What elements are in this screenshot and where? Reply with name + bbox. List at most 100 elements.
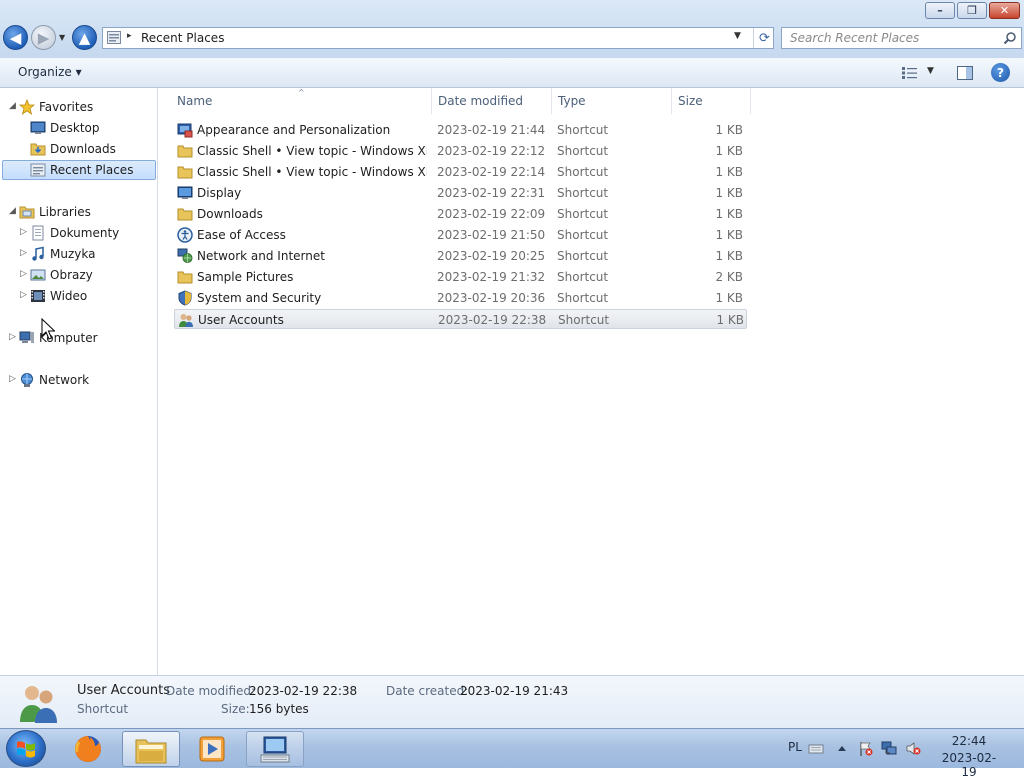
sidebar-item-desktop[interactable]: Desktop: [30, 118, 100, 138]
taskbar-firefox[interactable]: [60, 731, 118, 767]
column-divider[interactable]: [750, 88, 751, 114]
organize-button[interactable]: Organize ▾: [18, 65, 82, 79]
sidebar-item-dokumenty[interactable]: Dokumenty: [30, 223, 119, 243]
back-arrow-icon: ◀: [9, 28, 22, 47]
table-row[interactable]: System and Security 2023-02-19 20:36 Sho…: [174, 288, 747, 308]
libraries-expander-icon[interactable]: ◢: [9, 206, 16, 216]
sidebar-item-muzyka[interactable]: Muzyka: [30, 244, 95, 264]
details-pane: User Accounts Shortcut Date modified: 20…: [0, 675, 1024, 728]
file-name: Downloads: [197, 207, 263, 221]
sidebar-item-network[interactable]: Network: [19, 370, 89, 390]
recent-locations-dropdown[interactable]: ▼: [59, 33, 65, 42]
up-button[interactable]: ▲: [72, 25, 97, 50]
column-header-size[interactable]: Size: [678, 94, 703, 108]
table-row[interactable]: Appearance and Personalization 2023-02-1…: [174, 120, 747, 140]
search-icon[interactable]: [1003, 31, 1017, 45]
column-header-name[interactable]: Name: [177, 94, 212, 108]
dokumenty-expander-icon[interactable]: ▷: [20, 227, 27, 237]
clock-time[interactable]: 22:44: [940, 734, 998, 748]
table-row-selected[interactable]: User Accounts 2023-02-19 22:38 Shortcut …: [174, 309, 747, 329]
start-button[interactable]: [6, 730, 46, 767]
sidebar-item-label: Recent Places: [50, 163, 134, 177]
details-size-label: Size:: [221, 702, 250, 716]
file-name: Classic Shell • View topic - Windows XP …: [197, 144, 427, 158]
wideo-expander-icon[interactable]: ▷: [20, 290, 27, 300]
sidebar-item-favorites[interactable]: Favorites: [19, 97, 93, 117]
column-divider[interactable]: [551, 88, 552, 114]
file-size: 1 KB: [715, 228, 743, 242]
table-row[interactable]: Ease of Access 2023-02-19 21:50 Shortcut…: [174, 225, 747, 245]
taskbar-windows-explorer[interactable]: [122, 731, 180, 767]
search-input[interactable]: Search Recent Places: [790, 31, 919, 45]
users-icon: [179, 314, 193, 327]
action-center-flag-icon[interactable]: [858, 741, 874, 756]
keyboard-monitor-icon: [260, 736, 290, 763]
column-divider[interactable]: [671, 88, 672, 114]
sidebar-item-recent-places[interactable]: Recent Places: [30, 160, 133, 180]
view-options-dropdown-icon[interactable]: ▼: [927, 66, 934, 76]
sidebar-item-obrazy[interactable]: Obrazy: [30, 265, 93, 285]
taskbar-media-player[interactable]: [184, 731, 242, 767]
minimize-button[interactable]: –: [925, 2, 955, 19]
show-hidden-icons-icon[interactable]: [834, 741, 850, 756]
address-dropdown-icon[interactable]: ▼: [734, 31, 741, 41]
clock-date[interactable]: 2023-02-19: [935, 751, 1003, 779]
ease-of-access-icon: [177, 227, 193, 243]
table-row[interactable]: Classic Shell • View topic - Windows XP …: [174, 141, 747, 161]
file-size: 1 KB: [716, 313, 744, 327]
sidebar-item-label: Network: [39, 373, 90, 387]
music-icon: [32, 246, 44, 261]
sidebar-item-computer[interactable]: Komputer: [19, 328, 98, 348]
file-list: ^ Name Date modified Type Size Appearanc…: [159, 88, 1024, 675]
details-date-modified-label: Date modified:: [166, 684, 256, 698]
close-button[interactable]: ✕: [989, 2, 1020, 19]
table-row[interactable]: Network and Internet 2023-02-19 20:25 Sh…: [174, 246, 747, 266]
change-view-icon[interactable]: [902, 67, 917, 79]
file-name: Ease of Access: [197, 228, 286, 242]
back-button[interactable]: ◀: [3, 25, 28, 50]
help-icon[interactable]: ?: [991, 63, 1010, 82]
address-bar[interactable]: ▸ Recent Places ▼ ⟳: [102, 27, 774, 49]
downloads-folder-icon: [30, 143, 46, 156]
sidebar-item-label: Wideo: [50, 289, 88, 303]
breadcrumb-recent-places[interactable]: Recent Places: [141, 31, 224, 45]
taskbar-remote-desktop[interactable]: [246, 731, 304, 767]
table-row[interactable]: Downloads 2023-02-19 22:09 Shortcut 1 KB: [174, 204, 747, 224]
network-status-icon[interactable]: [881, 741, 897, 756]
maximize-button[interactable]: ❐: [957, 2, 987, 19]
sidebar-item-downloads[interactable]: Downloads: [30, 139, 116, 159]
sidebar-item-label: Favorites: [39, 100, 94, 114]
column-header-date-modified[interactable]: Date modified: [438, 94, 523, 108]
breadcrumb-chevron-icon[interactable]: ▸: [127, 31, 132, 41]
shield-icon: [178, 290, 192, 306]
muzyka-expander-icon[interactable]: ▷: [20, 248, 27, 258]
folder-icon: [177, 271, 193, 284]
refresh-button[interactable]: ⟳: [753, 28, 775, 48]
sidebar-item-libraries[interactable]: Libraries: [19, 202, 91, 222]
file-type: Shortcut: [557, 144, 609, 158]
volume-muted-icon[interactable]: [905, 741, 921, 756]
table-row[interactable]: Classic Shell • View topic - Windows XP …: [174, 162, 747, 182]
column-divider[interactable]: [431, 88, 432, 114]
obrazy-expander-icon[interactable]: ▷: [20, 269, 27, 279]
sidebar-item-wideo[interactable]: Wideo: [30, 286, 87, 306]
forward-button[interactable]: ▶: [31, 25, 56, 50]
computer-expander-icon[interactable]: ▷: [9, 332, 16, 342]
network-expander-icon[interactable]: ▷: [9, 374, 16, 384]
preview-pane-icon[interactable]: [957, 66, 973, 80]
users-icon: [20, 686, 57, 723]
table-row[interactable]: Sample Pictures 2023-02-19 21:32 Shortcu…: [174, 267, 747, 287]
table-row[interactable]: Display 2023-02-19 22:31 Shortcut 1 KB: [174, 183, 747, 203]
sidebar-item-label: Libraries: [39, 205, 91, 219]
search-box[interactable]: Search Recent Places: [781, 27, 1022, 49]
minimize-icon: –: [937, 4, 943, 17]
sidebar-item-label: Desktop: [50, 121, 100, 135]
file-type: Shortcut: [557, 186, 609, 200]
column-header-type[interactable]: Type: [558, 94, 586, 108]
file-date-modified: 2023-02-19 22:09: [437, 207, 546, 221]
favorites-expander-icon[interactable]: ◢: [9, 101, 16, 111]
file-name: Classic Shell • View topic - Windows XP …: [197, 165, 427, 179]
language-indicator[interactable]: PL: [788, 740, 802, 754]
keyboard-icon[interactable]: [808, 741, 824, 756]
file-name: Appearance and Personalization: [197, 123, 391, 137]
